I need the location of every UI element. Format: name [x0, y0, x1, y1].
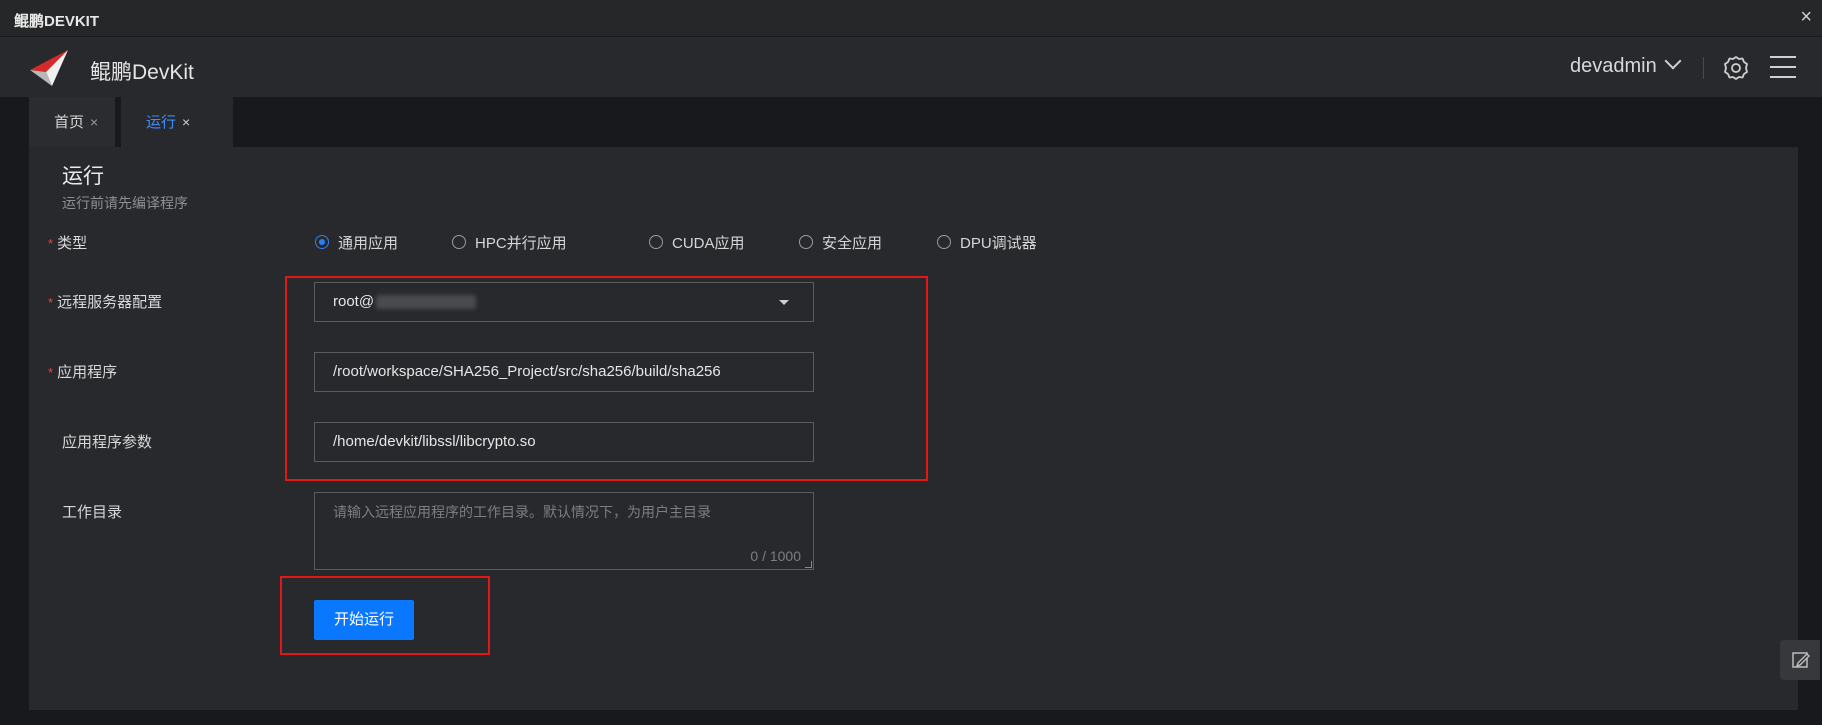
- tab-run-close-icon[interactable]: ×: [182, 114, 190, 130]
- radio-hpc-app[interactable]: HPC并行应用: [452, 232, 567, 253]
- radio-unchecked-icon: [799, 235, 813, 250]
- radio-security-app[interactable]: 安全应用: [799, 232, 882, 253]
- radio-unchecked-icon: [452, 235, 466, 250]
- app-label-text: 应用程序: [57, 364, 118, 381]
- user-name: devadmin: [1570, 55, 1657, 77]
- radio-cuda-app[interactable]: CUDA应用: [649, 232, 745, 253]
- app-header: 鲲鹏DevKit devadmin: [0, 37, 1822, 97]
- type-label-text: 类型: [57, 235, 88, 252]
- radio-label: 安全应用: [822, 235, 883, 252]
- server-label: * 远程服务器配置: [48, 291, 162, 312]
- app-label: * 应用程序: [48, 361, 117, 382]
- args-label: 应用程序参数: [62, 434, 153, 451]
- tab-home[interactable]: 首页 ×: [29, 97, 115, 147]
- tab-home-label: 首页: [54, 114, 85, 131]
- tab-home-close-icon[interactable]: ×: [90, 114, 98, 130]
- workdir-char-counter: 0 / 1000: [750, 548, 801, 564]
- required-mark: *: [48, 295, 54, 310]
- user-menu[interactable]: devadmin: [1570, 52, 1682, 78]
- radio-checked-icon: [315, 235, 329, 250]
- radio-dpu-debugger[interactable]: DPU调试器: [937, 232, 1037, 253]
- app-name: 鲲鹏DevKit: [90, 61, 194, 84]
- highlight-box-button: [280, 576, 490, 655]
- page-subtitle: 运行前请先编译程序: [62, 195, 188, 211]
- page-title: 运行: [62, 165, 104, 188]
- tab-run[interactable]: 运行 ×: [121, 97, 233, 147]
- gear-icon[interactable]: [1723, 55, 1749, 81]
- radio-label: 通用应用: [338, 235, 399, 252]
- chevron-down-icon: [1664, 52, 1682, 70]
- tab-run-label: 运行: [146, 114, 177, 131]
- hamburger-menu-icon[interactable]: [1770, 56, 1796, 80]
- type-label: * 类型: [48, 232, 87, 253]
- radio-label: CUDA应用: [672, 235, 745, 252]
- workdir-label: 工作目录: [62, 504, 123, 521]
- server-label-text: 远程服务器配置: [57, 294, 163, 311]
- radio-label: DPU调试器: [960, 235, 1037, 252]
- workdir-textarea[interactable]: 请输入远程应用程序的工作目录。默认情况下，为用户主目录 0 / 1000: [314, 492, 814, 570]
- required-mark: *: [48, 365, 54, 380]
- workdir-placeholder: 请输入远程应用程序的工作目录。默认情况下，为用户主目录: [333, 504, 711, 520]
- resize-grip-icon[interactable]: [805, 561, 812, 568]
- feedback-button[interactable]: [1780, 640, 1820, 680]
- required-mark: *: [48, 236, 54, 251]
- run-panel: 运行 运行前请先编译程序 * 类型 通用应用 HPC并行应用 CUDA应用 安全应…: [29, 147, 1798, 710]
- window-close-icon[interactable]: ×: [1800, 6, 1812, 29]
- window-titlebar: 鲲鹏DEVKIT ×: [0, 0, 1822, 37]
- header-divider: [1703, 57, 1704, 79]
- window-title: 鲲鹏DEVKIT: [14, 13, 100, 30]
- radio-general-app[interactable]: 通用应用: [315, 232, 398, 253]
- edit-feedback-icon: [1792, 652, 1810, 668]
- highlight-box-fields: [285, 276, 928, 481]
- kunpeng-logo-icon: [30, 50, 68, 86]
- radio-label: HPC并行应用: [475, 235, 567, 252]
- tab-bar: 首页 × 运行 ×: [29, 97, 1798, 147]
- radio-unchecked-icon: [649, 235, 663, 250]
- radio-unchecked-icon: [937, 235, 951, 250]
